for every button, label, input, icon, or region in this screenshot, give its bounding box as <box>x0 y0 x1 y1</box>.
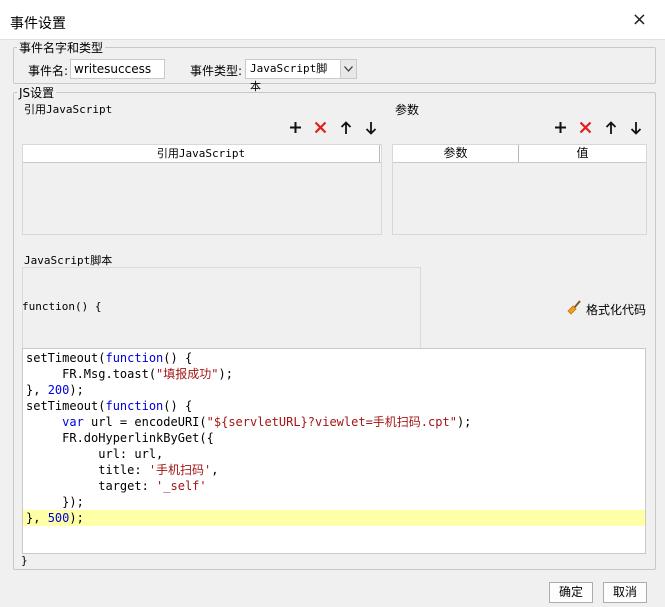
code-line: FR.doHyperlinkByGet({ <box>26 431 214 445</box>
arrow-up-icon[interactable] <box>602 119 619 136</box>
event-type-select[interactable]: JavaScript脚本 <box>245 59 357 93</box>
event-group-legend: 事件名字和类型 <box>17 41 106 55</box>
params-label: 参数 <box>395 103 420 117</box>
broom-icon <box>566 300 582 319</box>
format-code-button[interactable]: 格式化代码 <box>566 300 646 319</box>
delete-icon[interactable] <box>312 119 329 136</box>
params-column-header-name[interactable]: 参数 <box>393 145 519 162</box>
script-label: JavaScript脚本 <box>24 254 113 267</box>
cancel-button[interactable]: 取消 <box>603 582 647 603</box>
func-signature: function() { <box>22 300 102 313</box>
code-line: setTimeout(function() { <box>26 351 193 365</box>
ref-js-label: 引用JavaScript <box>24 103 113 116</box>
code-line: }, 200); <box>26 383 84 397</box>
code-line: setTimeout(function() { <box>26 399 193 413</box>
params-table[interactable]: 参数 值 <box>392 144 647 235</box>
event-type-label: 事件类型: <box>190 64 243 78</box>
code-editor[interactable]: setTimeout(function() { FR.Msg.toast("填报… <box>22 348 646 554</box>
params-column-header-value[interactable]: 值 <box>519 145 646 162</box>
ref-js-column-header[interactable]: 引用JavaScript <box>23 145 380 162</box>
delete-icon[interactable] <box>577 119 594 136</box>
ref-js-table-header: 引用JavaScript <box>23 145 381 163</box>
ref-js-table[interactable]: 引用JavaScript <box>22 144 382 235</box>
close-icon[interactable]: × <box>632 11 647 29</box>
code-line: url: url, <box>26 447 164 461</box>
arrow-up-icon[interactable] <box>337 119 354 136</box>
ref-js-toolbar <box>287 119 379 136</box>
event-type-value: JavaScript脚本 <box>250 62 328 93</box>
code-line: }); <box>26 495 84 509</box>
chevron-down-icon[interactable] <box>339 60 356 78</box>
code-line: var url = encodeURI("${servletURL}?viewl… <box>62 415 472 429</box>
code-line-highlighted: }, 500); <box>23 510 645 526</box>
add-icon[interactable] <box>552 119 569 136</box>
title-bar: 事件设置 × <box>0 0 665 40</box>
params-table-header: 参数 值 <box>393 145 646 163</box>
code-line: target: '_self' <box>26 479 207 493</box>
arrow-down-icon[interactable] <box>362 119 379 136</box>
arrow-down-icon[interactable] <box>627 119 644 136</box>
ok-button[interactable]: 确定 <box>549 582 593 603</box>
add-icon[interactable] <box>287 119 304 136</box>
event-name-label: 事件名: <box>28 64 69 78</box>
code-line: title: '手机扫码', <box>26 463 219 477</box>
format-code-label: 格式化代码 <box>586 303 647 317</box>
closing-brace: } <box>21 554 28 567</box>
params-toolbar <box>552 119 644 136</box>
code-line: FR.Msg.toast("填报成功"); <box>26 367 233 381</box>
dialog-title: 事件设置 <box>10 16 66 32</box>
event-name-input[interactable]: writesuccess <box>70 59 165 79</box>
js-group-legend: JS设置 <box>17 86 57 100</box>
